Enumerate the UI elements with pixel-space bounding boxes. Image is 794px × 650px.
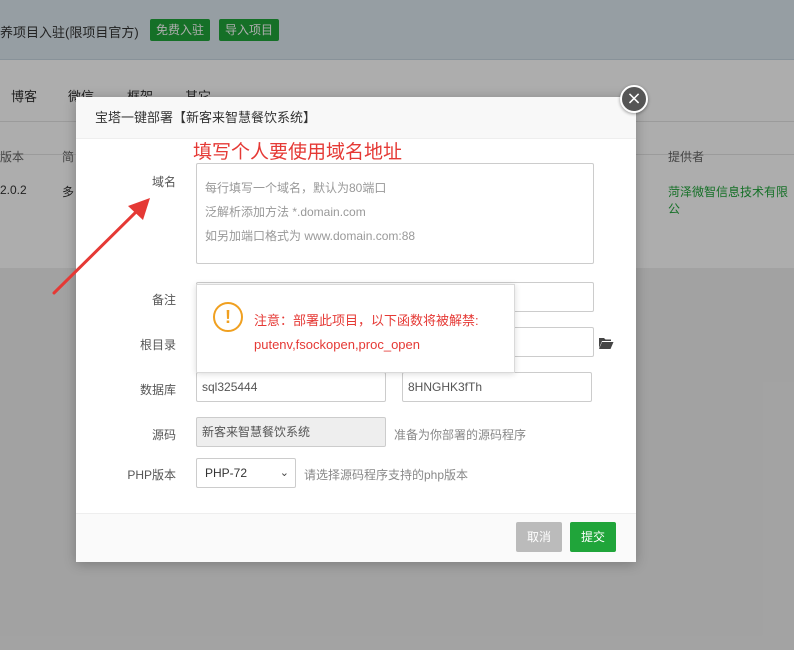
remark-label: 备注 bbox=[151, 293, 176, 307]
warning-popup: ! 注意：部署此项目，以下函数将被解禁: putenv,fsockopen,pr… bbox=[196, 284, 515, 373]
folder-icon[interactable] bbox=[598, 336, 614, 350]
close-icon[interactable]: × bbox=[620, 85, 648, 113]
database-label: 数据库 bbox=[139, 383, 176, 397]
db-password-input[interactable]: 8HNGHK3fTh bbox=[402, 372, 592, 402]
modal-title: 宝塔一键部署【新客来智慧餐饮系统】 bbox=[76, 97, 636, 139]
domain-placeholder-line: 如另加端口格式为 www.domain.com:88 bbox=[205, 229, 416, 243]
php-version-hint: 请选择源码程序支持的php版本 bbox=[304, 468, 469, 482]
domain-annotation: 填写个人要使用域名地址 bbox=[193, 141, 403, 163]
domain-label: 域名 bbox=[151, 175, 176, 189]
arrow-icon bbox=[52, 198, 150, 295]
domain-placeholder-line: 每行填写一个域名，默认为80端口 bbox=[205, 181, 387, 195]
source-label: 源码 bbox=[151, 428, 176, 442]
warning-line-2: putenv,fsockopen,proc_open bbox=[254, 337, 420, 352]
db-name-input[interactable]: sql325444 bbox=[196, 372, 386, 402]
php-version-value: PHP-72 bbox=[205, 466, 248, 480]
chevron-down-icon: ⌄ bbox=[279, 467, 289, 479]
submit-button[interactable]: 提交 bbox=[570, 522, 617, 552]
warning-icon: ! bbox=[213, 302, 243, 332]
cancel-button[interactable]: 取消 bbox=[516, 522, 563, 552]
domain-placeholder-line: 泛解析添加方法 *.domain.com bbox=[205, 205, 366, 219]
php-version-label: PHP版本 bbox=[127, 468, 176, 482]
php-version-select[interactable]: PHP-72 ⌄ bbox=[196, 458, 296, 488]
domain-textarea[interactable]: 每行填写一个域名，默认为80端口 泛解析添加方法 *.domain.com 如另… bbox=[196, 163, 594, 264]
source-input: 新客来智慧餐饮系统 bbox=[196, 417, 386, 447]
warning-line-1: 注意：部署此项目，以下函数将被解禁: bbox=[254, 313, 479, 328]
root-dir-label: 根目录 bbox=[139, 338, 176, 352]
source-hint: 准备为你部署的源码程序 bbox=[394, 428, 527, 442]
